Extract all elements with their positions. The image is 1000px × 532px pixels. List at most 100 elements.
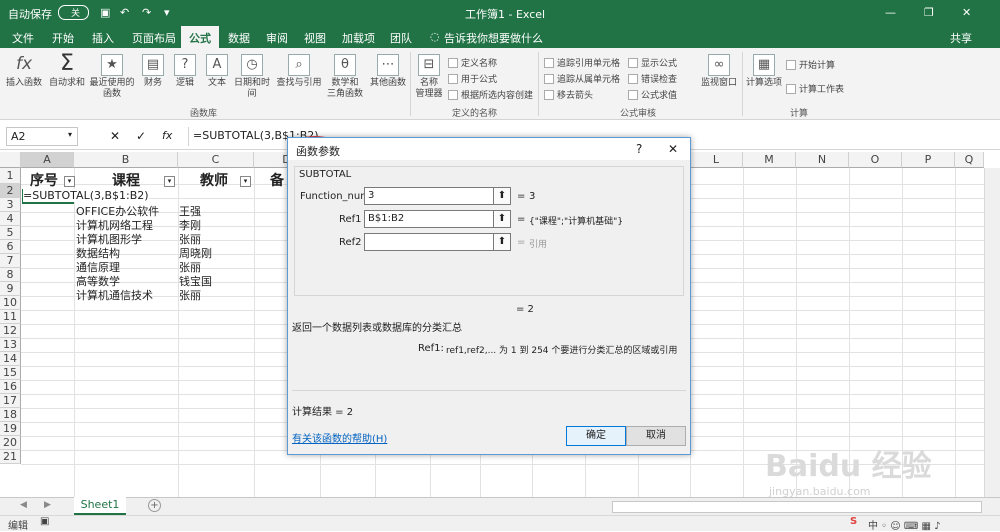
tab-team[interactable]: 团队 <box>390 30 412 46</box>
text-button[interactable]: A 文本 <box>202 54 232 89</box>
column-header-l[interactable]: L <box>690 152 743 168</box>
name-manager-button[interactable]: ⊟ 名称 管理器 <box>413 54 445 100</box>
insert-function-button[interactable]: fx 插入函数 <box>4 54 44 89</box>
tab-view[interactable]: 视图 <box>304 30 326 46</box>
calculate-sheet-button[interactable]: 计算工作表 <box>786 82 844 95</box>
arg2-input[interactable]: B$1:B2 <box>364 210 494 228</box>
column-header-q[interactable]: Q <box>955 152 984 168</box>
row-header-10[interactable]: 10 <box>0 296 21 310</box>
row-header-15[interactable]: 15 <box>0 366 21 380</box>
undo-icon[interactable]: ↶ <box>120 6 129 19</box>
use-in-formula-button[interactable]: 用于公式 <box>448 72 497 85</box>
row-header-2[interactable]: 2 <box>0 184 21 198</box>
sheet-tab-sheet1[interactable]: Sheet1 <box>74 497 126 515</box>
filter-seq-button[interactable]: ▾ <box>64 174 75 187</box>
arg1-input[interactable]: 3 <box>364 187 494 205</box>
evaluate-formula-button[interactable]: 公式求值 <box>628 88 677 101</box>
teacher-cell[interactable]: 张丽 <box>179 287 201 303</box>
remove-arrows-button[interactable]: 移去箭头 <box>544 88 593 101</box>
scroll-right-icon[interactable]: ▶ <box>44 500 51 510</box>
save-icon[interactable]: ▣ <box>100 6 110 19</box>
tab-addins[interactable]: 加载项 <box>342 30 375 46</box>
row-header-8[interactable]: 8 <box>0 268 21 282</box>
row-header-6[interactable]: 6 <box>0 240 21 254</box>
trace-dependents-button[interactable]: 追踪从属单元格 <box>544 72 620 85</box>
recent-functions-button[interactable]: ★ 最近使用的 函数 <box>88 54 136 100</box>
ime-s-icon[interactable]: S <box>850 516 857 527</box>
cancel-button[interactable]: 取消 <box>626 426 686 446</box>
collapse-dialog-button[interactable]: ⬆ <box>493 233 511 251</box>
header-seq[interactable]: 序号 <box>30 170 58 190</box>
tab-review[interactable]: 审阅 <box>266 30 288 46</box>
header-teacher[interactable]: 教师 <box>200 170 228 190</box>
column-header-b[interactable]: B <box>74 152 178 168</box>
column-header-c[interactable]: C <box>178 152 254 168</box>
redo-icon[interactable]: ↷ <box>142 6 151 19</box>
ok-button[interactable]: 确定 <box>566 426 626 446</box>
column-header-m[interactable]: M <box>743 152 796 168</box>
define-name-button[interactable]: 定义名称 <box>448 56 497 69</box>
column-header-n[interactable]: N <box>796 152 849 168</box>
calculate-now-button[interactable]: 开始计算 <box>786 58 835 71</box>
row-header-11[interactable]: 11 <box>0 310 21 324</box>
insert-fx-icon[interactable]: fx <box>162 129 172 142</box>
row-header-16[interactable]: 16 <box>0 380 21 394</box>
namebox-dropdown-icon[interactable]: ▾ <box>68 130 72 139</box>
calc-options-button[interactable]: ▦ 计算选项 <box>744 54 784 89</box>
header-course[interactable]: 课程 <box>112 170 140 190</box>
close-window-icon[interactable]: ✕ <box>962 6 971 19</box>
tab-file[interactable]: 文件 <box>12 30 34 46</box>
trace-precedents-button[interactable]: 追踪引用单元格 <box>544 56 620 69</box>
tab-home[interactable]: 开始 <box>52 30 74 46</box>
help-question-button[interactable]: ? <box>636 142 642 156</box>
logical-button[interactable]: ? 逻辑 <box>170 54 200 89</box>
customize-icon[interactable]: ▾ <box>164 6 170 19</box>
tell-me-input[interactable]: 告诉我你想要做什么 <box>444 30 543 46</box>
column-header-p[interactable]: P <box>902 152 955 168</box>
row-header-5[interactable]: 5 <box>0 226 21 240</box>
show-formulas-button[interactable]: 显示公式 <box>628 56 677 69</box>
horizontal-scrollbar[interactable] <box>612 501 982 513</box>
row-header-20[interactable]: 20 <box>0 436 21 450</box>
create-from-selection-button[interactable]: 根据所选内容创建 <box>448 88 533 101</box>
row-header-12[interactable]: 12 <box>0 324 21 338</box>
tab-data[interactable]: 数据 <box>228 30 250 46</box>
header-remark[interactable]: 备 <box>270 170 284 190</box>
row-header-9[interactable]: 9 <box>0 282 21 296</box>
row-header-1[interactable]: 1 <box>0 168 21 184</box>
column-header-o[interactable]: O <box>849 152 902 168</box>
filter-teacher-button[interactable]: ▾ <box>240 174 251 187</box>
collapse-dialog-button[interactable]: ⬆ <box>493 210 511 228</box>
autosave-toggle[interactable]: 关 <box>58 5 90 20</box>
lookup-button[interactable]: ⌕ 查找与引用 <box>276 54 322 89</box>
error-checking-button[interactable]: 错误检查 <box>628 72 677 85</box>
minimize-icon[interactable]: — <box>885 6 896 19</box>
dialog-close-icon[interactable]: ✕ <box>668 142 678 156</box>
autosum-button[interactable]: Σ 自动求和 <box>46 53 88 89</box>
collapse-dialog-button[interactable]: ⬆ <box>493 187 511 205</box>
math-trig-button[interactable]: θ 数学和 三角函数 <box>324 54 366 100</box>
row-header-14[interactable]: 14 <box>0 352 21 366</box>
active-cell-a2[interactable]: =SUBTOTAL(3,B$1:B2) <box>22 189 149 204</box>
row-header-21[interactable]: 21 <box>0 450 21 464</box>
row-header-7[interactable]: 7 <box>0 254 21 268</box>
row-header-4[interactable]: 4 <box>0 212 21 226</box>
share-button[interactable]: 共享 <box>950 30 972 46</box>
tab-formulas[interactable]: 公式 <box>181 26 219 48</box>
help-link[interactable]: 有关该函数的帮助(H) <box>292 430 387 445</box>
enter-icon[interactable]: ✓ <box>136 129 146 143</box>
arg3-input[interactable] <box>364 233 494 251</box>
filter-course-button[interactable]: ▾ <box>164 174 175 187</box>
datetime-button[interactable]: ◷ 日期和时间 <box>230 54 274 100</box>
row-header-19[interactable]: 19 <box>0 422 21 436</box>
scroll-left-icon[interactable]: ◀ <box>20 500 27 510</box>
tab-insert[interactable]: 插入 <box>92 30 114 46</box>
restore-icon[interactable]: ❐ <box>924 6 934 19</box>
watch-window-button[interactable]: ∞ 监视窗口 <box>697 54 741 89</box>
tab-page-layout[interactable]: 页面布局 <box>132 30 176 46</box>
more-functions-button[interactable]: ⋯ 其他函数 <box>368 54 408 89</box>
row-header-18[interactable]: 18 <box>0 408 21 422</box>
ime-mode-icon[interactable]: 中 ◦ ☺ ⌨ ▦ ♪ <box>868 517 940 532</box>
add-sheet-icon[interactable]: + <box>148 499 161 512</box>
column-header-a[interactable]: A <box>21 152 74 168</box>
